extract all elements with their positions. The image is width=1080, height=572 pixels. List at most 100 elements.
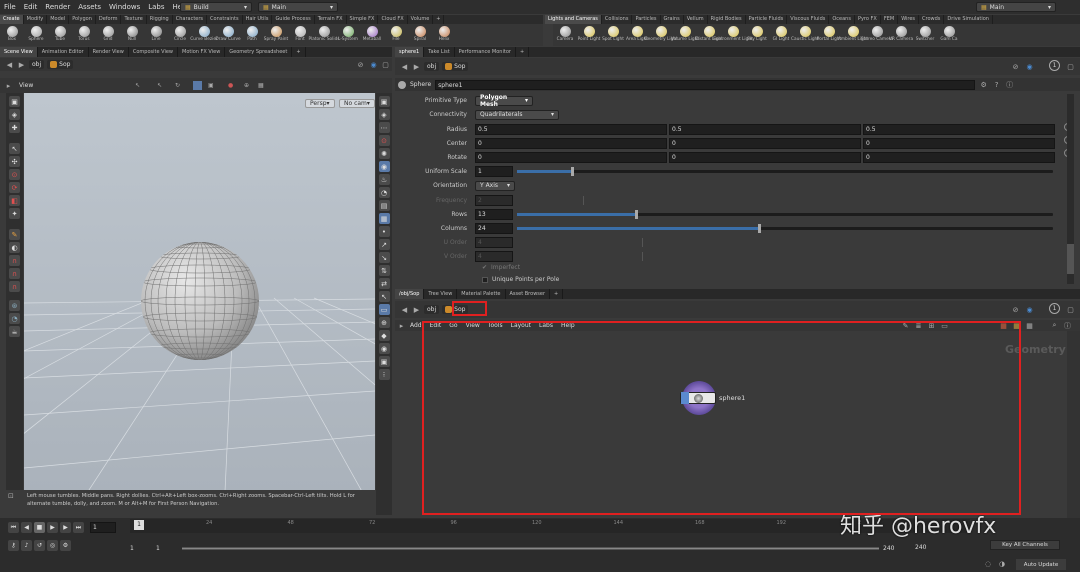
path-root[interactable]: obj	[424, 62, 440, 71]
tool-point-light[interactable]: Point Light	[577, 24, 601, 46]
tab-crowds[interactable]: Crowds	[919, 15, 945, 24]
camera-view-icon[interactable]: ▤	[378, 200, 390, 211]
tab-animation-editor[interactable]: Animation Editor	[38, 47, 89, 57]
tab-particles[interactable]: Particles	[632, 15, 661, 24]
pin-icon[interactable]: ⊘	[1011, 305, 1020, 314]
tab-pyro-fx[interactable]: Pyro FX	[855, 15, 881, 24]
record-icon[interactable]: ●	[228, 82, 233, 89]
select-mode-icon[interactable]: ↖	[157, 82, 162, 89]
tool-camera[interactable]: Camera	[553, 24, 577, 46]
tool-curve-bezier[interactable]: Curve Bezier	[190, 24, 218, 46]
tool-l-system[interactable]: L-System	[336, 24, 360, 46]
tool-helix[interactable]: Helix	[432, 24, 456, 46]
cube-display-icon[interactable]: ▣	[378, 356, 390, 367]
tab-sphere1[interactable]: sphere1	[395, 47, 425, 57]
network-editor[interactable]: Geometry sphere1	[395, 331, 1067, 518]
tool-sky-light[interactable]: Sky Light	[745, 24, 769, 46]
display-icon[interactable]	[193, 81, 202, 90]
tab-render-view[interactable]: Render View	[89, 47, 129, 57]
tab-cloud-fx[interactable]: Cloud FX	[378, 15, 408, 24]
tab-lights-and-cameras[interactable]: Lights and Cameras	[545, 15, 602, 24]
add-tab-button[interactable]: +	[433, 15, 445, 24]
sculpt-icon[interactable]: ∩	[9, 281, 20, 292]
pane-link-group[interactable]: 1	[1049, 60, 1060, 71]
tab-geometry-spreadsheet[interactable]: Geometry Spreadsheet	[225, 47, 293, 57]
pin-icon[interactable]: ⊘	[356, 60, 365, 69]
add-tab-button[interactable]: +	[516, 47, 530, 57]
tool-null[interactable]: Null	[120, 24, 144, 46]
tab-polygon[interactable]: Polygon	[69, 15, 96, 24]
menu-render[interactable]: Render	[41, 3, 74, 11]
menu-labs[interactable]: Labs	[144, 3, 168, 11]
peak-icon[interactable]: ∩	[9, 268, 20, 279]
connectivity-dropdown[interactable]: Quadrilaterals ▾	[475, 109, 559, 120]
realtime-icon[interactable]: ◎	[47, 540, 58, 551]
handle-icon[interactable]: ✚	[9, 122, 20, 133]
tool-line[interactable]: Line	[144, 24, 168, 46]
point-display-icon[interactable]: ⋯	[378, 122, 390, 133]
path-node[interactable]: Sop	[47, 60, 74, 69]
audio-icon[interactable]: ♪	[21, 540, 32, 551]
orientation-dropdown[interactable]: Y Axis ▾	[475, 180, 515, 191]
tab-characters[interactable]: Characters	[173, 15, 208, 24]
maximize-icon[interactable]: ▢	[381, 60, 390, 69]
tab-constraints[interactable]: Constraints	[207, 15, 243, 24]
scroll-thumb[interactable]	[1067, 244, 1074, 274]
key-all-channels-button[interactable]: Key All Channels	[990, 540, 1060, 550]
tab-rigid-bodies[interactable]: Rigid Bodies	[708, 15, 746, 24]
snap-grid-icon[interactable]: ⇄	[378, 278, 390, 289]
bulb-icon[interactable]: ◔	[378, 187, 390, 198]
primitive-icon[interactable]: ◆	[378, 330, 390, 341]
tab-create[interactable]: Create	[0, 15, 24, 24]
wire-icon[interactable]: ↖	[378, 291, 390, 302]
columns-field[interactable]: 24	[475, 223, 513, 234]
tab-composite-view[interactable]: Composite View	[129, 47, 178, 57]
back-icon[interactable]: ◀	[400, 305, 409, 314]
primitive-type-dropdown[interactable]: Polygon Mesh ▾	[475, 94, 533, 108]
tab-grains[interactable]: Grains	[661, 15, 684, 24]
tool-caustic-light[interactable]: Caustic Light	[791, 24, 819, 46]
paint-icon[interactable]: ◐	[9, 242, 20, 253]
tab-wires[interactable]: Wires	[898, 15, 920, 24]
radius-y-field[interactable]: 0.5	[669, 124, 861, 135]
tea-icon[interactable]: ☕	[9, 326, 20, 337]
rotate-z-field[interactable]: 0	[863, 152, 1055, 163]
tab-motion-fx-view[interactable]: Motion FX View	[178, 47, 226, 57]
link-icon[interactable]: ◉	[1025, 62, 1034, 71]
wrench-icon[interactable]: ✎	[901, 321, 910, 330]
forward-icon[interactable]: ▶	[412, 305, 421, 314]
play-icon[interactable]: ▶	[47, 522, 58, 533]
tab-texture[interactable]: Texture	[121, 15, 147, 24]
status-icon[interactable]: ◑	[999, 560, 1005, 568]
menu-edit[interactable]: Edit	[20, 3, 42, 11]
forward-icon[interactable]: ▶	[412, 62, 421, 71]
back-icon[interactable]: ◀	[400, 62, 409, 71]
tool-torus[interactable]: Torus	[72, 24, 96, 46]
step-forward-icon[interactable]: ▶	[60, 522, 71, 533]
tab-volume[interactable]: Volume	[408, 15, 434, 24]
key-icon[interactable]: ⚷	[8, 540, 19, 551]
tool-geometry-light[interactable]: Geometry Light	[644, 24, 678, 46]
layout-icon[interactable]: ▭	[940, 321, 949, 330]
rotate-y-field[interactable]: 0	[669, 152, 861, 163]
center-y-field[interactable]: 0	[669, 138, 861, 149]
tab-modify[interactable]: Modify	[24, 15, 48, 24]
playhead[interactable]: 1	[134, 520, 144, 530]
tool-path[interactable]: Path	[240, 24, 264, 46]
select-arrow-icon[interactable]: ↖	[9, 143, 20, 154]
forward-icon[interactable]: ▶	[17, 60, 26, 69]
dots-icon[interactable]: ⁝	[378, 369, 390, 380]
playback-start-field[interactable]: 1	[156, 545, 178, 552]
menu-file[interactable]: File	[0, 3, 20, 11]
imperfect-toggle[interactable]: ✔ Imperfect	[482, 264, 520, 271]
tab-rigging[interactable]: Rigging	[147, 15, 173, 24]
link-icon[interactable]: ◉	[369, 60, 378, 69]
main-context-dropdown[interactable]: ▦ Main ▾	[976, 2, 1056, 12]
scale-icon[interactable]: ◈	[9, 109, 20, 120]
menu-tools[interactable]: Tools	[484, 322, 507, 329]
ghost-icon[interactable]: ◈	[378, 109, 390, 120]
node-name-field[interactable]: sphere1	[435, 79, 976, 90]
tab-deform[interactable]: Deform	[96, 15, 122, 24]
build-desktop-dropdown[interactable]: ▦ Build ▾	[180, 2, 252, 12]
render-region-icon[interactable]: ◔	[9, 313, 20, 324]
